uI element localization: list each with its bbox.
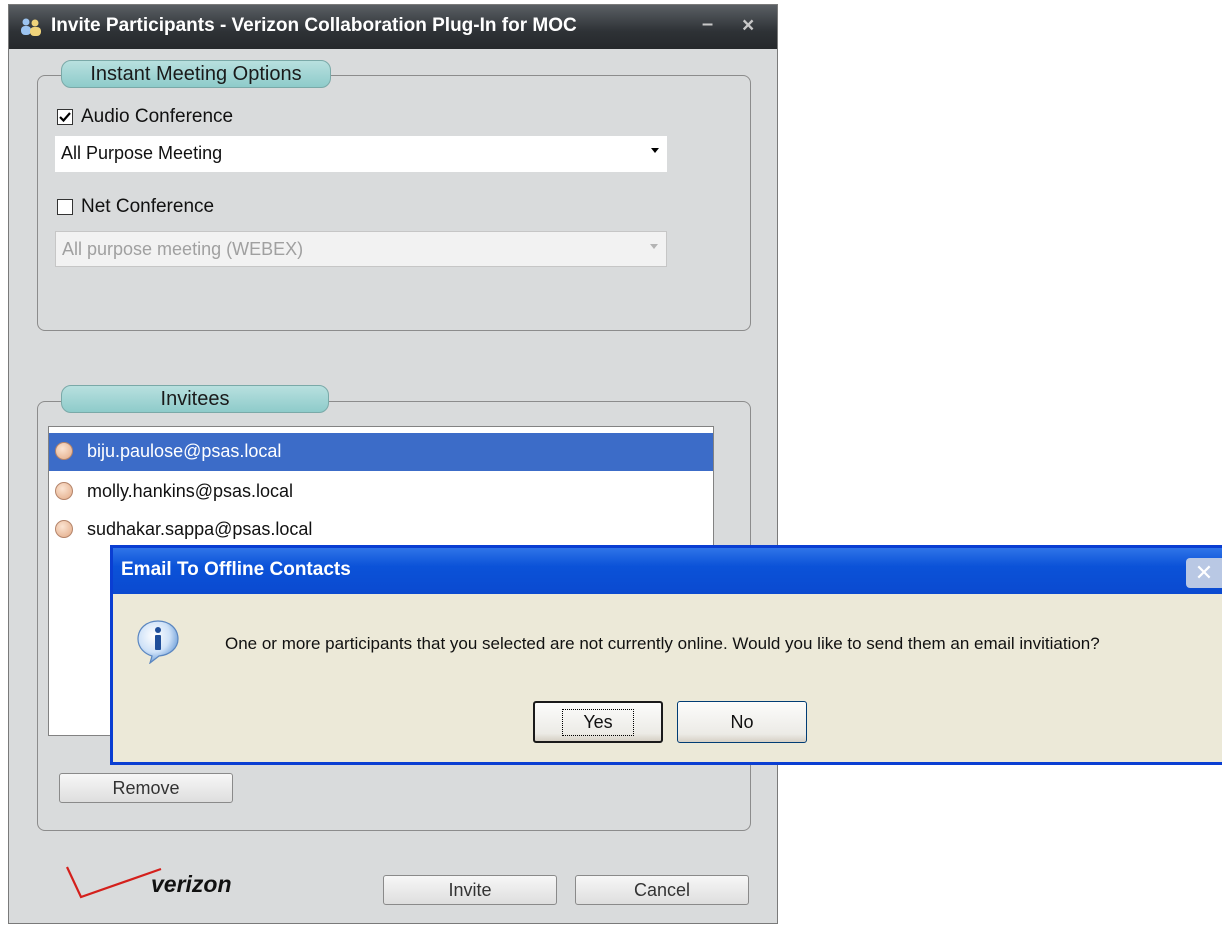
list-item[interactable]: molly.hankins@psas.local <box>49 473 713 511</box>
chevron-down-icon <box>650 244 658 249</box>
dialog-close-button[interactable]: ✕ <box>1186 558 1222 588</box>
email-offline-contacts-dialog: Email To Offline Contacts ✕ One or more … <box>110 545 1222 765</box>
people-icon <box>21 18 41 36</box>
close-button[interactable]: × <box>742 14 754 38</box>
offline-status-icon <box>55 442 73 460</box>
invitees-legend: Invitees <box>61 385 329 413</box>
net-conference-checkbox[interactable] <box>57 199 73 215</box>
list-item[interactable]: sudhakar.sappa@psas.local <box>49 511 713 549</box>
audio-conference-dropdown[interactable]: All Purpose Meeting <box>55 136 667 172</box>
list-item[interactable]: biju.paulose@psas.local <box>49 433 713 471</box>
invitee-email: biju.paulose@psas.local <box>87 441 282 461</box>
dialog-title: Email To Offline Contacts <box>121 559 351 580</box>
info-icon <box>137 620 179 664</box>
invite-button[interactable]: Invite <box>383 875 557 905</box>
yes-button[interactable]: Yes <box>533 701 663 743</box>
yes-label: Yes <box>562 708 634 736</box>
logo-text: verizon <box>151 871 232 897</box>
checkmark-icon <box>59 112 71 123</box>
dialog-titlebar[interactable]: Email To Offline Contacts ✕ <box>113 548 1222 594</box>
invitee-email: molly.hankins@psas.local <box>87 481 294 501</box>
remove-button[interactable]: Remove <box>59 773 233 803</box>
dialog-message: One or more participants that you select… <box>225 634 1100 653</box>
net-conference-label: Net Conference <box>81 196 215 217</box>
offline-status-icon <box>55 482 73 500</box>
close-icon: ✕ <box>1194 560 1214 585</box>
offline-status-icon <box>55 520 73 538</box>
window-titlebar[interactable]: Invite Participants - Verizon Collaborat… <box>9 5 777 49</box>
no-button[interactable]: No <box>677 701 807 743</box>
chevron-down-icon[interactable] <box>651 148 659 153</box>
verizon-logo: verizon <box>65 861 265 903</box>
invitee-email: sudhakar.sappa@psas.local <box>87 519 313 539</box>
audio-conference-label: Audio Conference <box>81 106 234 127</box>
net-dropdown-value: All purpose meeting (WEBEX) <box>62 239 304 259</box>
net-conference-dropdown: All purpose meeting (WEBEX) <box>55 231 667 267</box>
cancel-button[interactable]: Cancel <box>575 875 749 905</box>
window-title: Invite Participants - Verizon Collaborat… <box>51 15 577 36</box>
minimize-button[interactable]: – <box>702 13 713 36</box>
instant-meeting-options-legend: Instant Meeting Options <box>61 60 331 88</box>
audio-dropdown-value: All Purpose Meeting <box>61 143 223 163</box>
audio-conference-checkbox[interactable] <box>57 109 73 125</box>
